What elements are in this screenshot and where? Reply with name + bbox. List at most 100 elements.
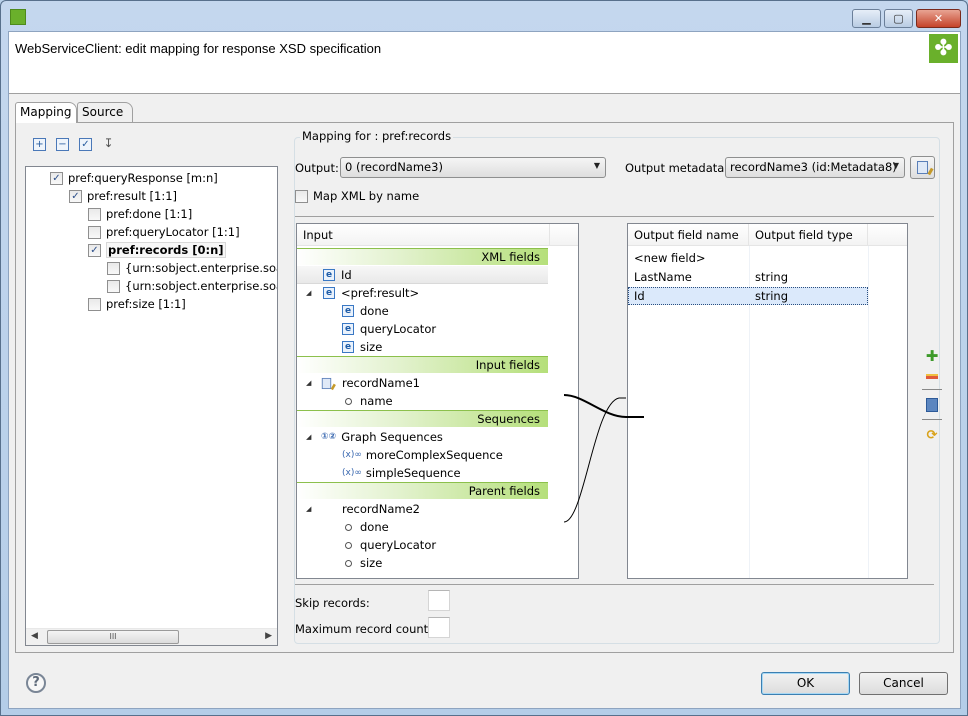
map-by-name-checkbox[interactable] bbox=[295, 189, 308, 203]
auto-map-button[interactable]: ⟳ bbox=[922, 426, 942, 444]
tree-node[interactable]: pref:done [1:1] bbox=[88, 205, 192, 223]
output-metadata-value: recordName3 (id:Metadata8) bbox=[730, 160, 897, 174]
output-field-name-column[interactable]: Output field name bbox=[628, 224, 749, 246]
tree-node-label: pref:done [1:1] bbox=[106, 207, 193, 221]
scrollbar-thumb[interactable]: III bbox=[47, 630, 179, 644]
maximize-button[interactable]: ▢ bbox=[884, 9, 913, 28]
input-item-graph-sequences[interactable]: ◢ ①② Graph Sequences bbox=[297, 428, 548, 446]
expand-triangle-icon[interactable]: ◢ bbox=[306, 379, 311, 387]
tree-node[interactable]: ✓ pref:queryResponse [m:n] bbox=[50, 169, 218, 187]
add-field-button[interactable]: ✚ bbox=[922, 347, 942, 365]
ok-button[interactable]: OK bbox=[761, 672, 850, 695]
tree-node-selected[interactable]: ✓ pref:records [0:n] bbox=[88, 241, 226, 259]
tree-node[interactable]: ✓ pref:result [1:1] bbox=[69, 187, 177, 205]
input-item-record[interactable]: ◢ recordName2 bbox=[297, 500, 548, 518]
output-field-name: LastName bbox=[634, 270, 692, 284]
input-item-record[interactable]: ◢ recordName1 bbox=[297, 374, 548, 392]
input-item[interactable]: e done bbox=[297, 302, 548, 320]
input-item[interactable]: (x)∞ moreComplexSequence bbox=[297, 446, 548, 464]
output-metadata-label: Output metadata: bbox=[625, 161, 729, 175]
help-icon[interactable]: ? bbox=[26, 673, 46, 693]
tree-node[interactable]: {urn:sobject.enterprise.soap.sobject} bbox=[107, 277, 277, 295]
divider bbox=[922, 419, 942, 420]
plus-icon: ✚ bbox=[925, 347, 939, 365]
input-item-label: moreComplexSequence bbox=[365, 448, 503, 462]
map-by-name-option[interactable]: Map XML by name bbox=[295, 189, 419, 203]
collapse-all-icon[interactable]: − bbox=[56, 138, 69, 151]
input-item[interactable]: name bbox=[297, 392, 548, 410]
remove-field-button[interactable] bbox=[922, 367, 942, 385]
input-item-result[interactable]: ◢ e <pref:result> bbox=[297, 284, 548, 302]
hierarchy-icon[interactable]: ↧ bbox=[102, 137, 115, 151]
filler-column bbox=[550, 224, 578, 246]
output-label: Output: bbox=[295, 161, 339, 175]
tree-node-checkbox[interactable] bbox=[88, 225, 101, 239]
output-field-name: <new field> bbox=[634, 251, 706, 265]
element-icon: e bbox=[342, 323, 354, 335]
field-icon bbox=[345, 397, 352, 405]
tab-source[interactable]: Source bbox=[77, 102, 133, 122]
refresh-icon: ⟳ bbox=[926, 427, 938, 443]
tree-node-checkbox[interactable]: ✓ bbox=[50, 171, 63, 185]
input-item-label: size bbox=[360, 556, 383, 570]
output-row-new-field[interactable]: <new field> bbox=[628, 249, 868, 267]
output-row[interactable]: LastName string bbox=[628, 268, 868, 286]
input-item[interactable]: done bbox=[297, 518, 548, 536]
mapping-connectors bbox=[564, 394, 644, 523]
tree-node-checkbox[interactable] bbox=[88, 297, 101, 311]
edit-metadata-button[interactable] bbox=[910, 156, 935, 179]
input-column-header[interactable]: Input bbox=[297, 224, 550, 246]
tree-node[interactable]: {urn:sobject.enterprise.soap.sobject} bbox=[107, 259, 277, 277]
mapping-tab-content: + − ✓ ↧ ✓ pref:queryResponse [m:n] ✓ pre… bbox=[15, 122, 954, 653]
tree-node-checkbox[interactable] bbox=[107, 261, 120, 275]
input-item-label: simpleSequence bbox=[365, 466, 461, 480]
output-field-type-column[interactable]: Output field type bbox=[749, 224, 868, 246]
tree-node[interactable]: pref:queryLocator [1:1] bbox=[88, 223, 240, 241]
input-item-label: queryLocator bbox=[360, 538, 437, 552]
tree-node-checkbox[interactable]: ✓ bbox=[88, 243, 101, 257]
schema-tree[interactable]: ✓ pref:queryResponse [m:n] ✓ pref:result… bbox=[25, 166, 278, 646]
output-select[interactable]: 0 (recordName3) ▼ bbox=[340, 157, 606, 178]
output-panel[interactable]: Output field name Output field type <new… bbox=[627, 223, 908, 579]
input-item[interactable]: e queryLocator bbox=[297, 320, 548, 338]
tree-node-checkbox[interactable] bbox=[107, 279, 120, 293]
input-item[interactable]: size bbox=[297, 554, 548, 572]
close-button[interactable]: ✕ bbox=[916, 9, 961, 28]
dialog-client: WebServiceClient: edit mapping for respo… bbox=[8, 31, 961, 709]
tree-horizontal-scrollbar[interactable]: ◀ III ▶ bbox=[26, 628, 277, 645]
expand-triangle-icon[interactable]: ◢ bbox=[306, 505, 311, 513]
expand-triangle-icon[interactable]: ◢ bbox=[306, 289, 311, 297]
check-all-icon[interactable]: ✓ bbox=[79, 138, 92, 151]
dialog-title: WebServiceClient: edit mapping for respo… bbox=[15, 41, 382, 56]
expand-triangle-icon[interactable]: ◢ bbox=[306, 433, 311, 441]
input-item[interactable]: e size bbox=[297, 338, 548, 356]
tab-mapping[interactable]: Mapping bbox=[15, 102, 77, 123]
tree-node-checkbox[interactable] bbox=[88, 207, 101, 221]
mapping-group-label: Mapping for : pref:records bbox=[300, 129, 454, 143]
scroll-left-icon[interactable]: ◀ bbox=[31, 631, 38, 641]
minimize-button[interactable]: ▁ bbox=[852, 9, 881, 28]
max-record-count-input[interactable] bbox=[428, 617, 450, 638]
title-bar[interactable]: ▁ ▢ ✕ bbox=[1, 1, 967, 31]
output-metadata-select[interactable]: recordName3 (id:Metadata8) ▼ bbox=[725, 157, 905, 178]
mapping-line-id[interactable] bbox=[564, 394, 644, 418]
edit-icon bbox=[926, 398, 938, 412]
input-item[interactable]: (x)∞ simpleSequence bbox=[297, 464, 548, 482]
cancel-button[interactable]: Cancel bbox=[859, 672, 948, 695]
sequences-icon: ①② bbox=[321, 432, 337, 442]
input-item[interactable]: queryLocator bbox=[297, 536, 548, 554]
element-icon: e bbox=[342, 341, 354, 353]
tree-node-label: pref:result [1:1] bbox=[87, 189, 178, 203]
output-row-selected[interactable]: Id string bbox=[628, 287, 868, 305]
edit-field-button[interactable] bbox=[922, 396, 942, 414]
expand-all-icon[interactable]: + bbox=[33, 138, 46, 151]
tree-node[interactable]: pref:size [1:1] bbox=[88, 295, 186, 313]
tree-node-label: pref:queryLocator [1:1] bbox=[106, 225, 240, 239]
output-field-name: Id bbox=[634, 289, 645, 303]
max-record-count-label: Maximum record count: bbox=[295, 622, 433, 636]
skip-records-input[interactable] bbox=[428, 590, 450, 611]
input-item-id[interactable]: e Id bbox=[297, 266, 548, 284]
scroll-right-icon[interactable]: ▶ bbox=[265, 631, 272, 641]
input-panel[interactable]: Input XML fields e Id ◢ e <pref:result> … bbox=[296, 223, 579, 579]
tree-node-checkbox[interactable]: ✓ bbox=[69, 189, 82, 203]
